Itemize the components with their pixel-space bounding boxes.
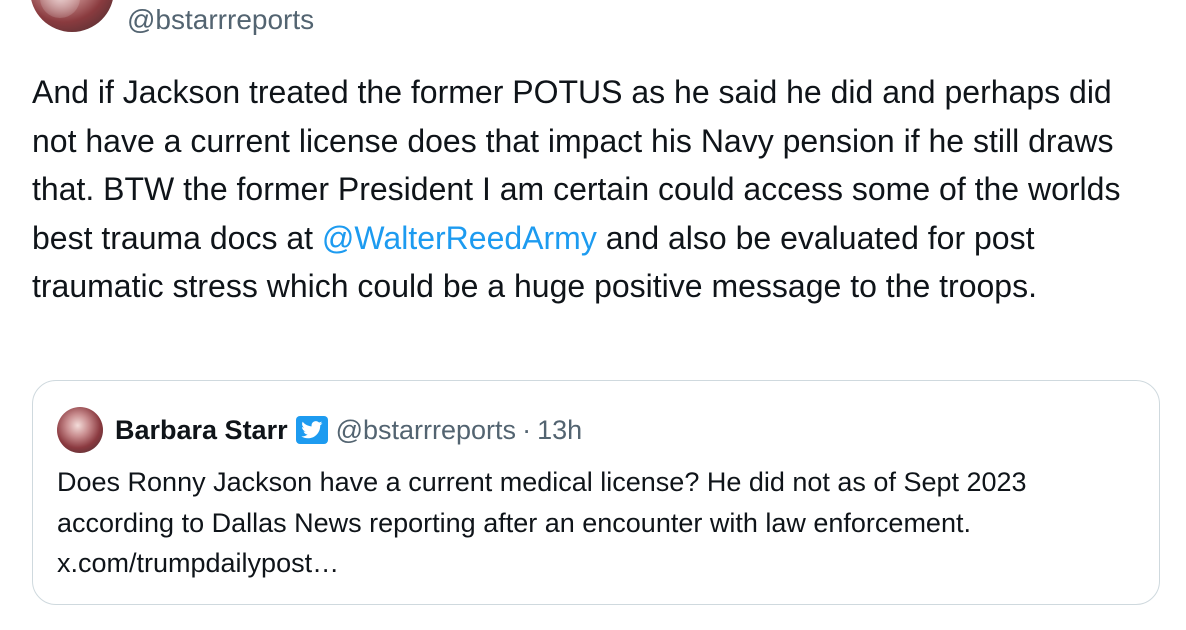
quoted-author-avatar[interactable] [57, 407, 103, 453]
quoted-tweet-header: Barbara Starr @bstarrreports · 13h [57, 407, 582, 453]
author-avatar[interactable] [30, 0, 114, 32]
quoted-tweet-card[interactable]: Barbara Starr @bstarrreports · 13h Does … [32, 380, 1160, 605]
mention-link[interactable]: @WalterReedArmy [322, 220, 597, 256]
author-handle[interactable]: @bstarrreports [127, 2, 314, 38]
quoted-tweet-timestamp[interactable]: 13h [537, 415, 582, 446]
header-separator: · [522, 414, 532, 445]
quoted-author-handle[interactable]: @bstarrreports [336, 415, 516, 446]
quoted-author-name[interactable]: Barbara Starr [115, 415, 288, 446]
twitter-bird-icon [295, 416, 328, 444]
quoted-tweet-text: Does Ronny Jackson have a current medica… [57, 467, 1027, 578]
tweet-text: And if Jackson treated the former POTUS … [32, 68, 1157, 311]
